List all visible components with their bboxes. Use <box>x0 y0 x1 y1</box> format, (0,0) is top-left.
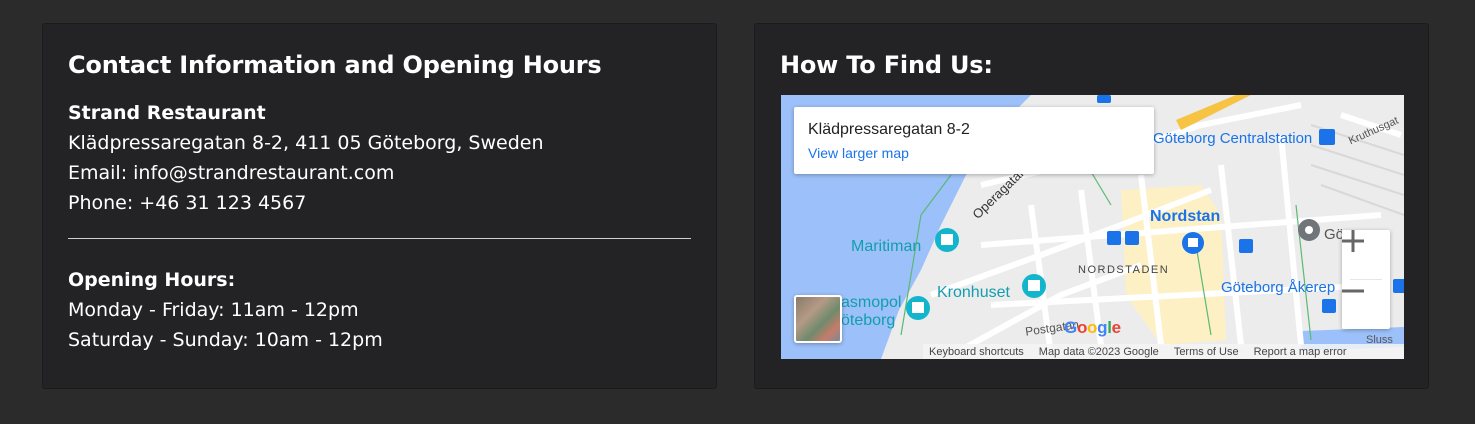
place-name: Klädpressaregatan 8-2 <box>808 121 970 138</box>
plus-icon <box>1342 230 1364 252</box>
terms-of-use-link[interactable]: Terms of Use <box>1174 346 1239 358</box>
label-nordstaden: NORDSTADEN <box>1078 264 1170 276</box>
map-data-text: Map data ©2023 Google <box>1038 345 1159 358</box>
label-cosmopol: asmopol <box>841 294 902 311</box>
find-us-title: How To Find Us: <box>780 51 993 79</box>
contact-title: Contact Information and Opening Hours <box>68 51 602 79</box>
label-kronhuset: Kronhuset <box>937 284 1010 301</box>
opening-hours-title: Opening Hours: <box>68 269 236 291</box>
keyboard-shortcuts-link[interactable]: Keyboard shortcuts <box>929 346 1024 358</box>
label-maritiman: Maritiman <box>851 238 922 255</box>
restaurant-name: Strand Restaurant <box>68 102 266 124</box>
email-text: Email: info@strandrestaurant.com <box>68 162 395 184</box>
address-text: Klädpressaregatan 8-2, 411 05 Göteborg, … <box>68 132 544 154</box>
report-map-error-link[interactable]: Report a map error <box>1254 346 1347 358</box>
hours-weekday: Monday - Friday: 11am - 12pm <box>68 299 359 321</box>
phone-text: Phone: +46 31 123 4567 <box>68 192 307 214</box>
google-logo: Google <box>1064 318 1121 337</box>
zoom-controls <box>1342 230 1390 329</box>
minus-icon <box>1342 289 1364 293</box>
find-us-card: How To Find Us: Göteborg Centralstation … <box>754 23 1429 389</box>
label-akerep: Göteborg Åkerep <box>1221 279 1336 296</box>
zoom-out-button[interactable] <box>1342 280 1390 329</box>
hours-weekend: Saturday - Sunday: 10am - 12pm <box>68 329 383 351</box>
zoom-in-button[interactable] <box>1342 230 1390 279</box>
label-gote: Gö <box>1324 226 1345 243</box>
contact-card: Contact Information and Opening Hours St… <box>42 23 717 389</box>
label-goteborg: öteborg <box>841 312 896 329</box>
contact-details: Strand Restaurant Klädpressaregatan 8-2,… <box>68 98 692 355</box>
label-nordstan: Nordstan <box>1150 208 1221 225</box>
embedded-map[interactable]: Göteborg Centralstation Kruthusgat Opera… <box>781 95 1404 359</box>
label-centralstation: Göteborg Centralstation <box>1153 130 1313 147</box>
view-larger-map-link[interactable]: View larger map <box>808 145 909 161</box>
satellite-toggle-thumbnail[interactable] <box>794 295 842 343</box>
map-attribution-bar: Keyboard shortcuts Map data ©2023 Google… <box>923 344 1404 359</box>
divider <box>68 238 691 239</box>
place-info-card: Klädpressaregatan 8-2 View larger map <box>794 107 1154 174</box>
